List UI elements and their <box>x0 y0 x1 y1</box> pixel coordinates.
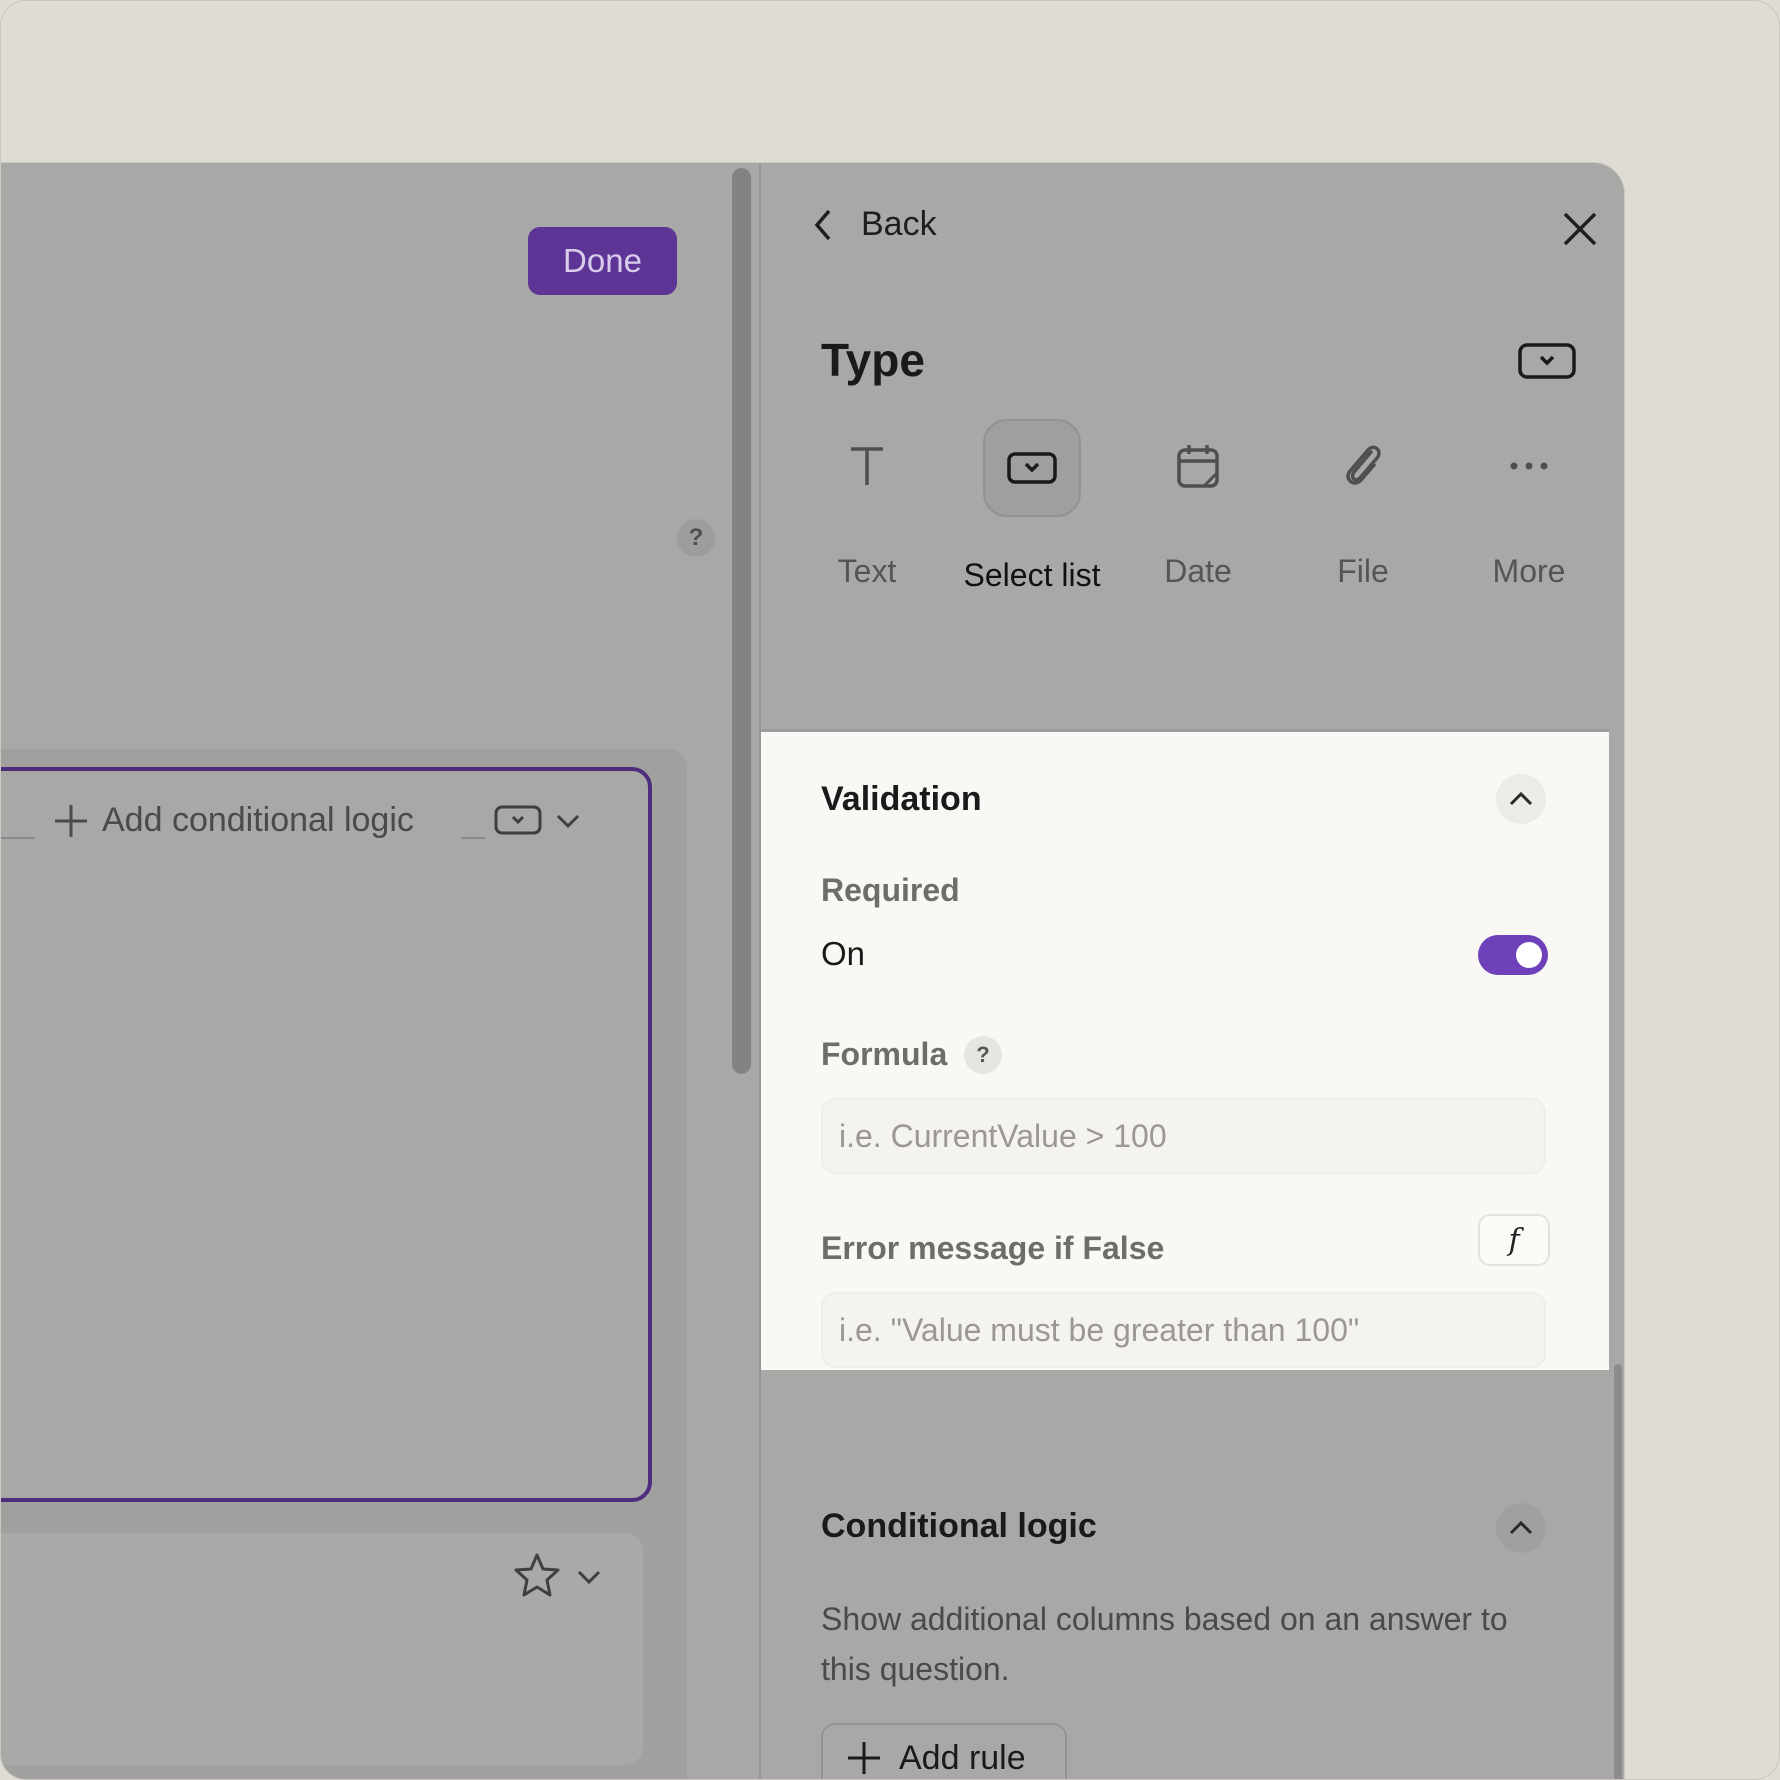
divider <box>1 837 35 839</box>
field-settings-panel: Back Type Text Select list Date File Mor… <box>759 163 1624 1779</box>
type-title: Type <box>821 334 925 386</box>
back-label: Back <box>861 205 937 243</box>
type-option-label: Text <box>837 553 897 589</box>
formula-help-icon[interactable]: ? <box>964 1036 1002 1074</box>
chevron-left-icon <box>814 209 831 240</box>
collapse-conditional-button[interactable] <box>1496 1503 1546 1553</box>
plus-icon <box>848 1742 880 1774</box>
panel-scrollbar[interactable] <box>1614 1364 1622 1779</box>
error-message-input[interactable]: i.e. "Value must be greater than 100" <box>821 1292 1546 1368</box>
add-conditional-logic-button[interactable]: Add conditional logic <box>52 801 414 840</box>
required-label: Required <box>821 872 960 908</box>
selected-question-card[interactable]: Add conditional logic <box>1 767 652 1502</box>
type-option-label: More <box>1492 553 1566 589</box>
formula-fx-button[interactable]: f <box>1478 1214 1550 1266</box>
more-icon <box>1482 419 1576 513</box>
type-option-more[interactable]: More <box>1454 419 1604 590</box>
formula-input[interactable]: i.e. CurrentValue > 100 <box>821 1098 1546 1174</box>
type-option-label: Date <box>1164 553 1232 589</box>
divider <box>461 837 485 839</box>
left-scrollbar[interactable] <box>732 168 751 1074</box>
select-list-icon <box>1518 343 1576 379</box>
type-option-label: Select list <box>963 557 1101 593</box>
plus-icon <box>55 804 87 837</box>
chevron-up-icon <box>1509 791 1533 806</box>
editor-window: Done ? Add conditional logic Back Type T… <box>1 162 1625 1779</box>
help-icon[interactable]: ? <box>677 519 715 557</box>
type-option-date[interactable]: Date <box>1123 419 1273 590</box>
error-message-label: Error message if False <box>821 1230 1165 1266</box>
add-conditional-logic-label: Add conditional logic <box>102 801 414 839</box>
type-option-file[interactable]: File <box>1288 419 1438 590</box>
required-value: On <box>821 935 866 972</box>
add-rule-button[interactable]: Add rule <box>821 1723 1067 1779</box>
toggle-knob <box>1516 942 1542 968</box>
type-option-text[interactable]: Text <box>792 419 942 590</box>
conditional-logic-title: Conditional logic <box>821 1507 1097 1545</box>
type-option-label: File <box>1337 553 1389 589</box>
calendar-icon <box>1151 419 1245 513</box>
close-icon[interactable] <box>1562 211 1598 247</box>
conditional-logic-description: Show additional columns based on an answ… <box>821 1601 1508 1687</box>
chevron-down-icon[interactable] <box>555 813 581 829</box>
collapse-validation-button[interactable] <box>1496 774 1546 824</box>
validation-section: Validation Required On Formula ? i.e. Cu… <box>761 729 1609 1370</box>
validation-title: Validation <box>821 780 982 818</box>
type-option-select-list[interactable]: Select list <box>957 419 1107 594</box>
select-list-icon <box>983 419 1081 517</box>
back-button[interactable]: Back <box>813 205 937 244</box>
select-list-icon[interactable] <box>494 805 542 835</box>
paperclip-icon <box>1316 419 1410 513</box>
formula-label: Formula <box>821 1036 948 1072</box>
text-icon <box>820 419 914 513</box>
done-button[interactable]: Done <box>528 227 677 295</box>
chevron-up-icon <box>1509 1520 1533 1535</box>
star-icon[interactable] <box>512 1551 562 1601</box>
app-frame: Done ? Add conditional logic Back Type T… <box>0 0 1780 1780</box>
question-card[interactable] <box>1 1533 643 1765</box>
chevron-down-icon[interactable] <box>576 1569 602 1585</box>
add-rule-label: Add rule <box>899 1738 1026 1777</box>
required-toggle[interactable] <box>1478 935 1548 975</box>
